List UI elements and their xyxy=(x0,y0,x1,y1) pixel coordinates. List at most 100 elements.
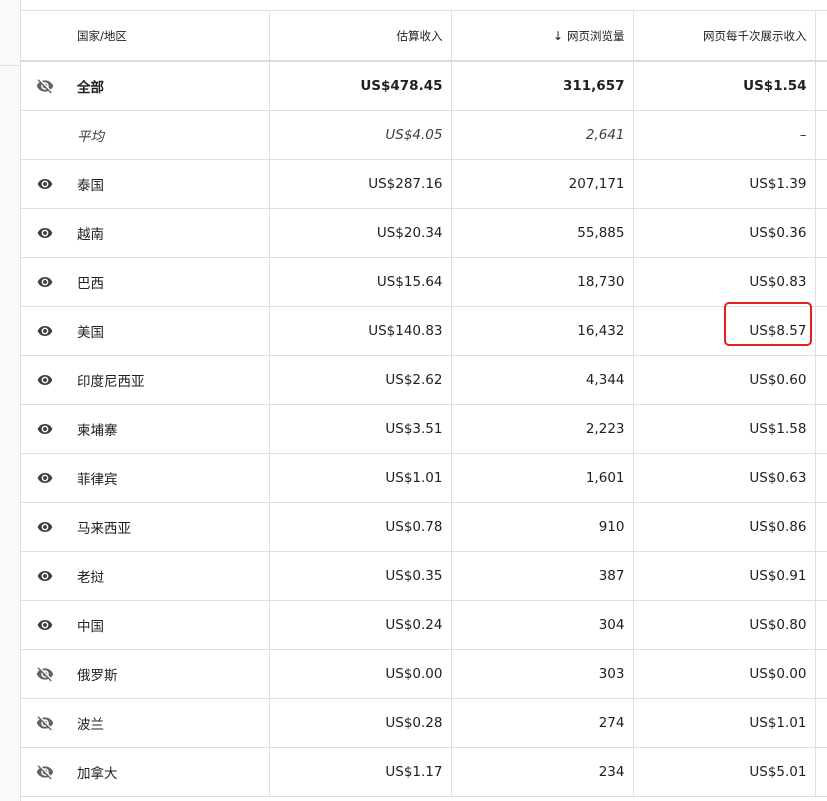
table-row: 中国 US$0.24 304 US$0.80 xyxy=(20,600,827,650)
table-row: 波兰 US$0.28 274 US$1.01 xyxy=(20,698,827,748)
eye-icon[interactable] xyxy=(20,257,69,307)
pageviews-cell: 311,657 xyxy=(451,61,634,111)
average-row: 平均 US$4.05 2,641– xyxy=(20,110,827,160)
eye-icon[interactable] xyxy=(20,551,69,601)
country-cell: 美国 xyxy=(69,306,270,356)
pageviews-cell: 2,641 xyxy=(451,110,634,160)
eye-off-icon[interactable] xyxy=(20,649,69,699)
rpm-cell: US$0.60 xyxy=(633,355,816,405)
header-extra xyxy=(815,10,827,62)
country-report-table: 国家/地区 估算收入 ↓ 网页浏览量 网页每千次展示收入 全部 US$478.45 3… xyxy=(20,10,827,797)
left-panel-edge xyxy=(0,0,21,801)
eye-icon[interactable] xyxy=(20,159,69,209)
eye-off-icon[interactable] xyxy=(20,698,69,748)
extra-cell xyxy=(815,110,827,160)
rpm-cell: US$0.36 xyxy=(633,208,816,258)
rpm-cell: US$1.01 xyxy=(633,698,816,748)
country-cell: 越南 xyxy=(69,208,270,258)
extra-cell xyxy=(815,355,827,405)
table-row: 老挝 US$0.35 387 US$0.91 xyxy=(20,551,827,601)
eye-icon[interactable] xyxy=(20,208,69,258)
eye-icon[interactable] xyxy=(20,306,69,356)
extra-cell xyxy=(815,306,827,356)
rpm-cell: US$0.83 xyxy=(633,257,816,307)
header-rpm[interactable]: 网页每千次展示收入 xyxy=(633,10,816,62)
rpm-cell: – xyxy=(633,110,816,160)
country-cell: 印度尼西亚 xyxy=(69,355,270,405)
revenue-cell: US$0.78 xyxy=(269,502,452,552)
revenue-cell: US$0.28 xyxy=(269,698,452,748)
revenue-cell: US$1.17 xyxy=(269,747,452,797)
table-row: 柬埔寨 US$3.51 2,223 US$1.58 xyxy=(20,404,827,454)
rpm-cell: US$1.58 xyxy=(633,404,816,454)
header-pageviews-label: 网页浏览量 xyxy=(567,28,625,43)
pageviews-cell: 4,344 xyxy=(451,355,634,405)
extra-cell xyxy=(815,208,827,258)
pageviews-cell: 234 xyxy=(451,747,634,797)
revenue-cell: US$4.05 xyxy=(269,110,452,160)
pageviews-cell: 18,730 xyxy=(451,257,634,307)
extra-cell xyxy=(815,159,827,209)
eye-icon[interactable] xyxy=(20,502,69,552)
country-cell: 柬埔寨 xyxy=(69,404,270,454)
rpm-cell: US$8.57 xyxy=(633,306,816,356)
country-cell: 菲律宾 xyxy=(69,453,270,503)
pageviews-cell: 910 xyxy=(451,502,634,552)
left-panel-divider xyxy=(0,65,20,66)
revenue-cell: US$3.51 xyxy=(269,404,452,454)
country-cell: 全部 xyxy=(69,61,270,111)
country-cell: 马来西亚 xyxy=(69,502,270,552)
revenue-cell: US$0.24 xyxy=(269,600,452,650)
pageviews-cell: 304 xyxy=(451,600,634,650)
header-revenue[interactable]: 估算收入 xyxy=(269,10,452,62)
rpm-cell: US$0.86 xyxy=(633,502,816,552)
revenue-cell: US$140.83 xyxy=(269,306,452,356)
pageviews-cell: 2,223 xyxy=(451,404,634,454)
revenue-cell: US$0.35 xyxy=(269,551,452,601)
rpm-cell: US$1.39 xyxy=(633,159,816,209)
total-row: 全部 US$478.45 311,657 US$1.54 xyxy=(20,61,827,111)
header-country[interactable]: 国家/地区 xyxy=(69,10,270,62)
table-row: 马来西亚 US$0.78 910 US$0.86 xyxy=(20,502,827,552)
rpm-cell: US$5.01 xyxy=(633,747,816,797)
eye-icon[interactable] xyxy=(20,404,69,454)
country-cell: 泰国 xyxy=(69,159,270,209)
revenue-cell: US$478.45 xyxy=(269,61,452,111)
visibility-cell-empty xyxy=(20,110,69,160)
table-row: 巴西 US$15.64 18,730 US$0.83 xyxy=(20,257,827,307)
header-visibility xyxy=(20,10,69,62)
header-pageviews[interactable]: ↓ 网页浏览量 xyxy=(451,10,634,62)
pageviews-cell: 303 xyxy=(451,649,634,699)
country-cell: 平均 xyxy=(69,110,270,160)
eye-icon[interactable] xyxy=(20,600,69,650)
eye-icon[interactable] xyxy=(20,453,69,503)
rpm-cell: US$0.63 xyxy=(633,453,816,503)
table-row: 菲律宾 US$1.01 1,601 US$0.63 xyxy=(20,453,827,503)
table-row: 美国 US$140.83 16,432 US$8.57 xyxy=(20,306,827,356)
revenue-cell: US$20.34 xyxy=(269,208,452,258)
country-cell: 加拿大 xyxy=(69,747,270,797)
header-revenue-label: 估算收入 xyxy=(396,28,443,43)
country-cell: 中国 xyxy=(69,600,270,650)
extra-cell xyxy=(815,551,827,601)
revenue-cell: US$287.16 xyxy=(269,159,452,209)
rpm-cell: US$0.91 xyxy=(633,551,816,601)
country-cell: 巴西 xyxy=(69,257,270,307)
pageviews-cell: 1,601 xyxy=(451,453,634,503)
eye-off-icon[interactable] xyxy=(20,747,69,797)
eye-off-icon[interactable] xyxy=(20,61,69,111)
extra-cell xyxy=(815,257,827,307)
pageviews-cell: 274 xyxy=(451,698,634,748)
revenue-cell: US$15.64 xyxy=(269,257,452,307)
sort-descending-icon: ↓ xyxy=(552,29,563,43)
eye-icon[interactable] xyxy=(20,355,69,405)
table-row: 泰国 US$287.16 207,171 US$1.39 xyxy=(20,159,827,209)
table-row: 印度尼西亚 US$2.62 4,344 US$0.60 xyxy=(20,355,827,405)
extra-cell xyxy=(815,698,827,748)
revenue-cell: US$0.00 xyxy=(269,649,452,699)
country-cell: 波兰 xyxy=(69,698,270,748)
table-row: 加拿大 US$1.17 234 US$5.01 xyxy=(20,747,827,797)
table-header-row: 国家/地区 估算收入 ↓ 网页浏览量 网页每千次展示收入 xyxy=(20,10,827,62)
pageviews-cell: 387 xyxy=(451,551,634,601)
extra-cell xyxy=(815,502,827,552)
